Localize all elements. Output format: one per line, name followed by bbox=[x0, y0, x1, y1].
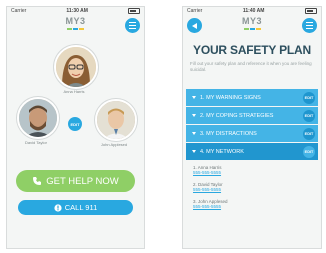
safety-plan-screen: Carrier 11:40 AM MY3 YOUR SAFETY PLAN Fi… bbox=[182, 6, 322, 249]
contact-phone-link[interactable]: 555-555-5555 bbox=[193, 187, 223, 192]
section-label: 3. MY DISTRACTIONS bbox=[200, 130, 257, 137]
logo-dots bbox=[65, 28, 85, 30]
logo-dots bbox=[242, 28, 262, 30]
network-contact: 2. David Taylor 555-555-5555 bbox=[193, 182, 223, 192]
edit-button[interactable]: EDIT bbox=[303, 91, 315, 104]
section-distractions[interactable]: 3. MY DISTRACTIONS EDIT bbox=[186, 125, 318, 142]
edit-button[interactable]: EDIT bbox=[303, 145, 315, 158]
menu-button[interactable] bbox=[302, 18, 317, 33]
call-911-label: CALL 911 bbox=[64, 203, 98, 212]
call-911-button[interactable]: CALL 911 bbox=[18, 200, 133, 215]
contact-name: John Applesed bbox=[100, 142, 128, 147]
logo-text: MY3 bbox=[65, 16, 86, 26]
avatar-john[interactable] bbox=[95, 99, 137, 141]
status-bar: Carrier 11:40 AM bbox=[183, 7, 321, 15]
section-label: 2. MY COPING STRATEGIES bbox=[200, 112, 274, 119]
header: MY3 bbox=[183, 15, 321, 35]
back-arrow-icon bbox=[191, 22, 197, 29]
edit-contacts-button[interactable]: EDIT bbox=[68, 117, 82, 131]
carrier-label: Carrier bbox=[187, 8, 203, 14]
page-title: YOUR SAFETY PLAN bbox=[193, 43, 311, 57]
edit-button[interactable]: EDIT bbox=[303, 127, 315, 140]
get-help-now-button[interactable]: GET HELP NOW bbox=[16, 170, 135, 192]
section-network[interactable]: 4. MY NETWORK EDIT bbox=[186, 143, 318, 160]
network-contact: 1. Anna Harris 555-555-5555 bbox=[193, 165, 222, 175]
section-warning-signs[interactable]: 1. MY WARNING SIGNS EDIT bbox=[186, 89, 318, 106]
caret-down-icon bbox=[192, 114, 196, 117]
status-time: 11:40 AM bbox=[242, 8, 265, 14]
logo-text: MY3 bbox=[241, 16, 263, 26]
app-logo: MY3 bbox=[242, 17, 262, 30]
section-label: 4. MY NETWORK bbox=[200, 148, 244, 155]
status-bar: Carrier 11:30 AM bbox=[7, 7, 144, 15]
page-subtitle: Fill out your safety plan and reference … bbox=[190, 61, 312, 72]
header: MY3 bbox=[7, 15, 144, 35]
carrier-label: Carrier bbox=[11, 8, 27, 14]
section-coping-strategies[interactable]: 2. MY COPING STRATEGIES EDIT bbox=[186, 107, 318, 124]
caret-down-icon bbox=[192, 132, 196, 135]
contact-name: David Taylor bbox=[25, 140, 47, 145]
section-label: 1. MY WARNING SIGNS bbox=[200, 94, 261, 101]
contact-name: Anna Harris bbox=[63, 89, 85, 94]
network-contact: 3. John Applesed 555-555-5555 bbox=[193, 199, 228, 209]
back-button[interactable] bbox=[187, 18, 202, 33]
get-help-now-label: GET HELP NOW bbox=[46, 175, 119, 187]
app-logo: MY3 bbox=[65, 17, 85, 30]
contact-phone-link[interactable]: 555-555-5555 bbox=[193, 204, 228, 209]
caret-down-icon bbox=[192, 150, 196, 153]
status-time: 11:30 AM bbox=[66, 8, 88, 14]
battery-icon bbox=[128, 8, 140, 14]
edit-button[interactable]: EDIT bbox=[303, 109, 315, 122]
contact-phone-link[interactable]: 555-555-5555 bbox=[193, 170, 222, 175]
battery-icon bbox=[305, 8, 317, 14]
caret-down-icon bbox=[192, 96, 196, 99]
alert-icon bbox=[54, 203, 62, 212]
phone-icon bbox=[33, 177, 42, 185]
avatar-david[interactable] bbox=[17, 97, 59, 139]
home-screen: Carrier 11:30 AM MY3 Anna Harris EDIT Da… bbox=[6, 6, 145, 249]
avatar-anna[interactable] bbox=[54, 45, 98, 89]
menu-button[interactable] bbox=[125, 18, 140, 33]
